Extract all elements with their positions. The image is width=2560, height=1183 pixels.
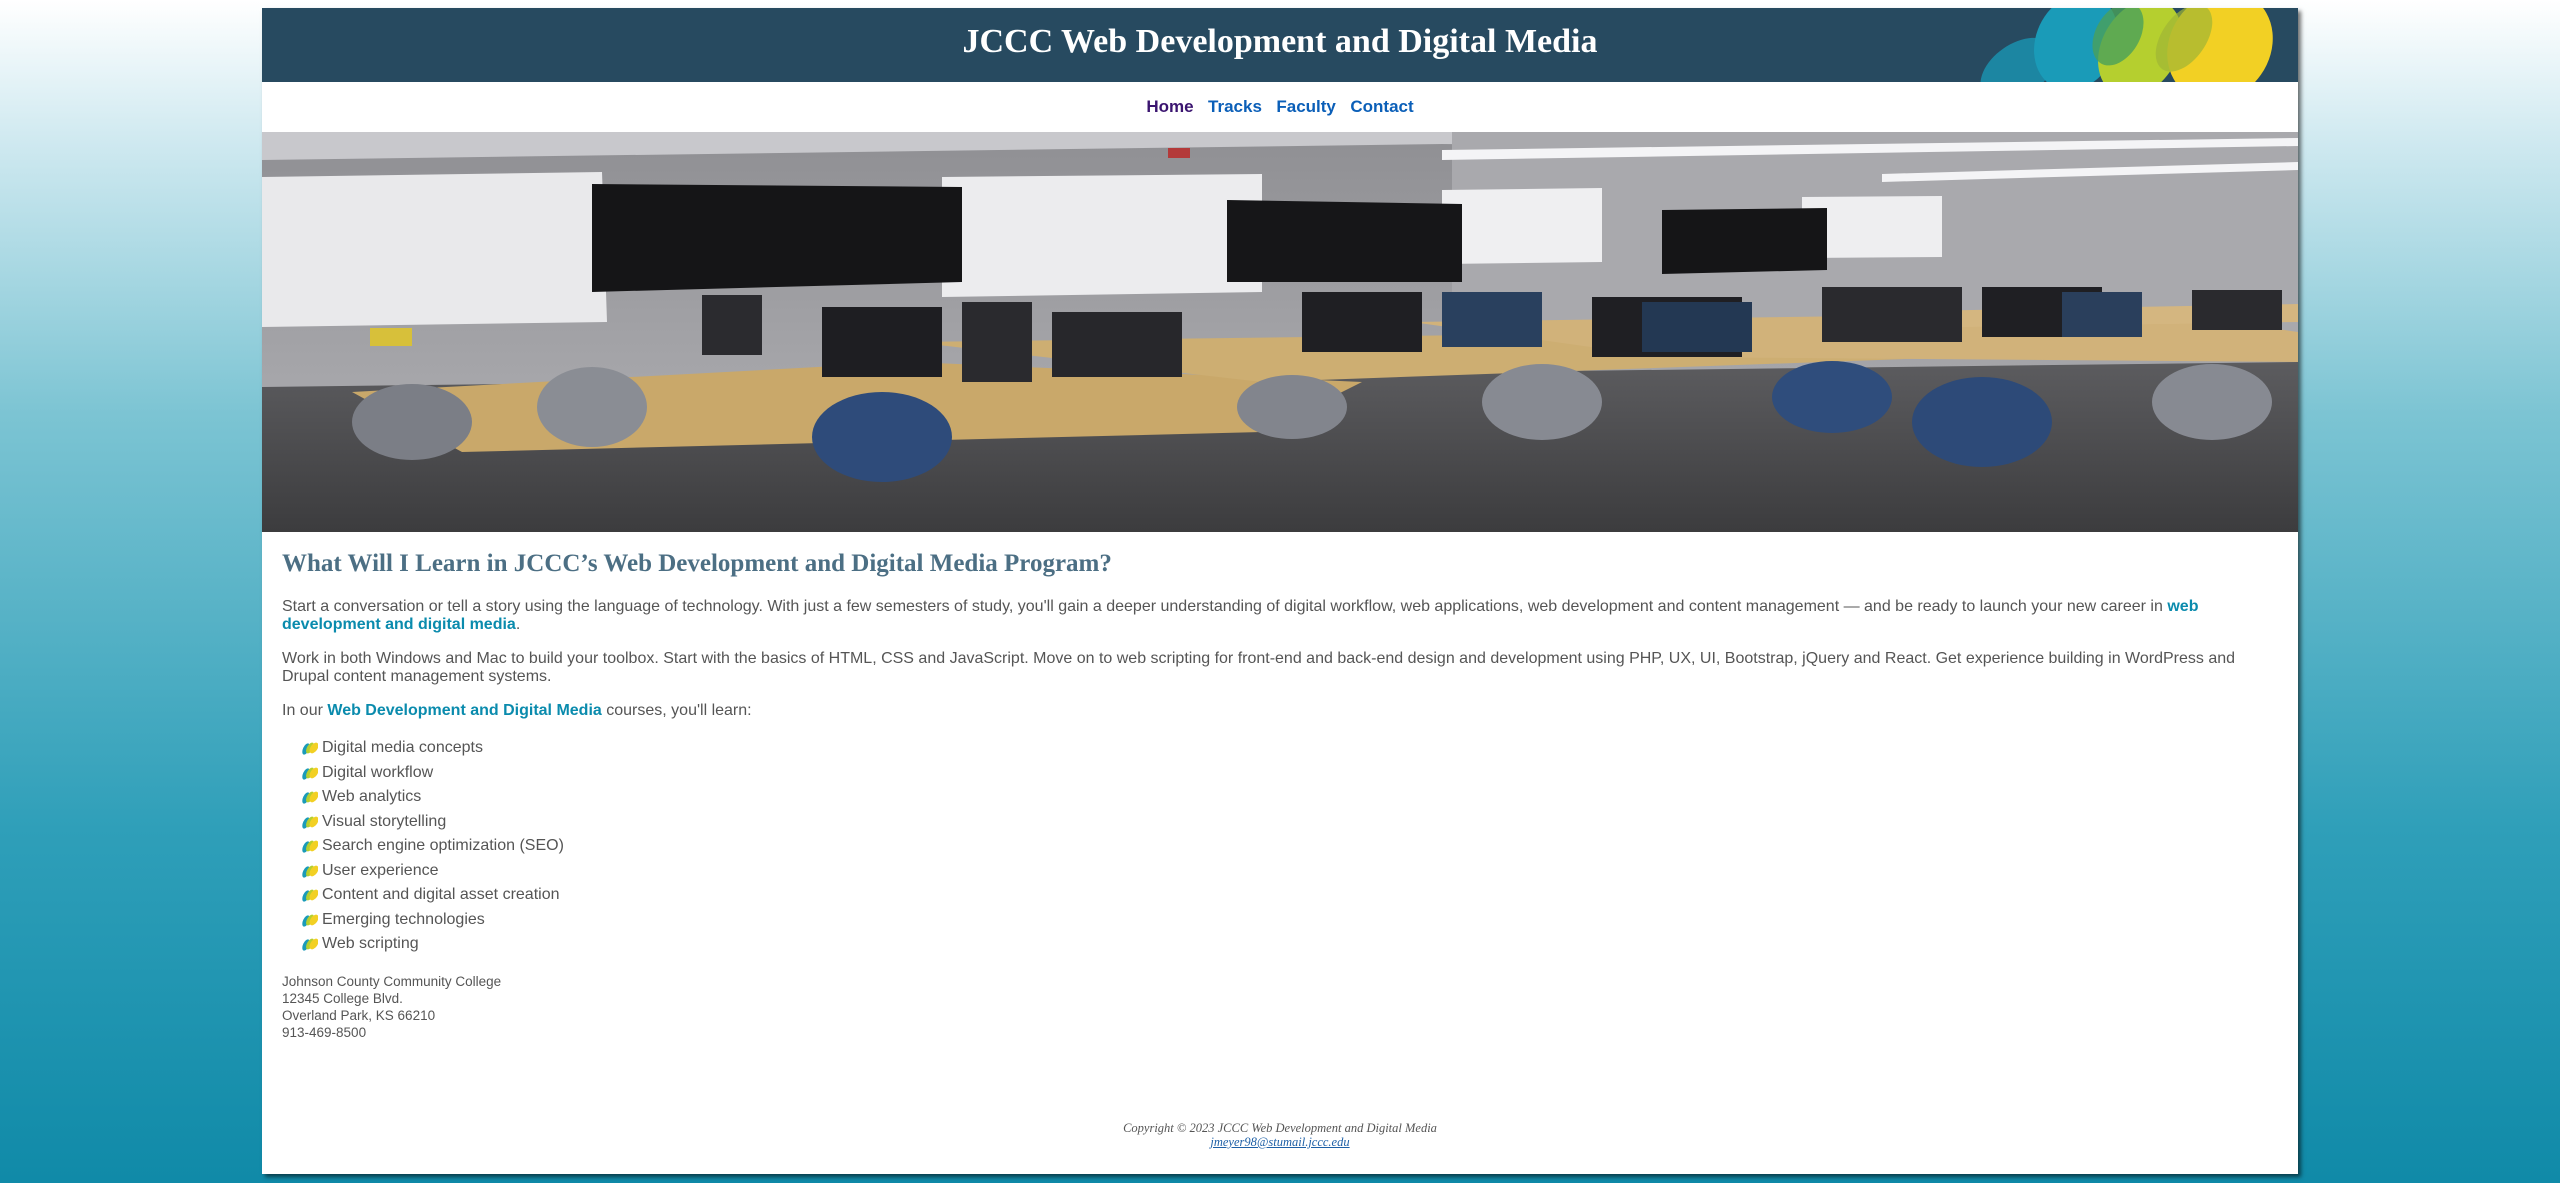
learn-item-text: Emerging technologies bbox=[322, 910, 485, 928]
list-item: Emerging technologies bbox=[300, 908, 2278, 933]
site-footer: Copyright © 2023 JCCC Web Development an… bbox=[262, 1121, 2298, 1149]
courses-link[interactable]: Web Development and Digital Media bbox=[327, 702, 601, 719]
intro-period: . bbox=[515, 616, 521, 633]
address-phone: 913-469-8500 bbox=[282, 1024, 367, 1040]
college-address: Johnson County Community College 12345 C… bbox=[282, 973, 2278, 1041]
list-item: Visual storytelling bbox=[300, 810, 2278, 835]
learn-list: Digital media concepts Digital workflow … bbox=[282, 736, 2278, 957]
toolbox-paragraph: Work in both Windows and Mac to build yo… bbox=[282, 650, 2236, 685]
main-content: What Will I Learn in JCCC’s Web Developm… bbox=[262, 532, 2298, 1041]
footer-email-link[interactable]: jmeyer98@stumail.jccc.edu bbox=[1210, 1135, 1349, 1149]
list-item: Digital workflow bbox=[300, 761, 2278, 786]
courses-intro-start: In our bbox=[282, 702, 323, 719]
courses-intro-end: courses, you'll learn: bbox=[606, 702, 752, 719]
learn-item-text: Search engine optimization (SEO) bbox=[322, 837, 564, 854]
list-item: Content and digital asset creation bbox=[300, 883, 2278, 908]
leaf-bullet-icon bbox=[300, 936, 319, 961]
classroom-photo bbox=[262, 132, 2298, 532]
list-item: Web scripting bbox=[300, 932, 2278, 957]
learn-item-text: User experience bbox=[322, 861, 439, 879]
copyright-text: Copyright © 2023 JCCC Web Development an… bbox=[1123, 1121, 1437, 1135]
learn-item-text: Content and digital asset creation bbox=[322, 886, 560, 903]
list-item: Search engine optimization (SEO) bbox=[300, 834, 2278, 859]
address-name: Johnson County Community College bbox=[282, 973, 502, 989]
address-street: 12345 College Blvd. bbox=[282, 990, 403, 1006]
address-city: Overland Park, KS 66210 bbox=[282, 1007, 436, 1023]
learn-item-text: Visual storytelling bbox=[322, 812, 447, 830]
page-container: JCCC Web Development and Digital Media H… bbox=[262, 8, 2298, 1174]
nav-faculty[interactable]: Faculty bbox=[1276, 82, 1336, 132]
learn-item-text: Digital workflow bbox=[322, 763, 434, 781]
intro-paragraph: Start a conversation or tell a story usi… bbox=[282, 598, 2278, 634]
list-item: Web analytics bbox=[300, 785, 2278, 810]
learn-item-text: Web scripting bbox=[322, 935, 419, 952]
nav-home[interactable]: Home bbox=[1146, 82, 1193, 132]
list-item: Digital media concepts bbox=[300, 736, 2278, 761]
learn-item-text: Web analytics bbox=[322, 788, 422, 805]
main-nav: Home Tracks Faculty Contact bbox=[262, 82, 2298, 132]
courses-intro: In our Web Development and Digital Media… bbox=[282, 702, 2278, 720]
nav-tracks[interactable]: Tracks bbox=[1208, 82, 1262, 132]
list-item: User experience bbox=[300, 859, 2278, 884]
page-heading: What Will I Learn in JCCC’s Web Developm… bbox=[282, 550, 1112, 577]
nav-contact[interactable]: Contact bbox=[1350, 82, 1413, 132]
intro-text: Start a conversation or tell a story usi… bbox=[282, 598, 2163, 615]
learn-item-text: Digital media concepts bbox=[322, 739, 483, 756]
site-title: JCCC Web Development and Digital Media bbox=[962, 23, 1598, 60]
site-header: JCCC Web Development and Digital Media bbox=[262, 8, 2298, 82]
